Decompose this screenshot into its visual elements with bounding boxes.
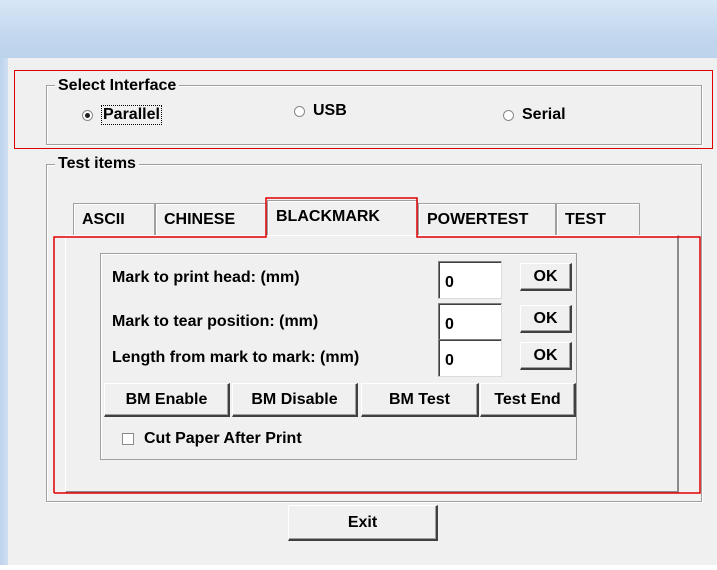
length-mark-to-mark-ok-button[interactable]: OK <box>520 342 572 370</box>
exit-button[interactable]: Exit <box>288 505 438 541</box>
tab-test-label[interactable]: TEST <box>565 211 606 228</box>
select-interface-legend: Select Interface <box>55 77 180 95</box>
mark-to-tear-position-input[interactable] <box>438 303 502 341</box>
bm-disable-button[interactable]: BM Disable <box>232 383 358 417</box>
mark-to-print-head-ok-button[interactable]: OK <box>520 263 572 291</box>
tab-ascii-label[interactable]: ASCII <box>82 211 125 228</box>
exit-label[interactable]: Exit <box>348 514 377 532</box>
window-titlebar <box>0 0 717 58</box>
test-items-legend: Test items <box>55 155 139 173</box>
radio-serial[interactable]: Serial <box>503 106 566 124</box>
mark-to-print-head-input[interactable] <box>438 261 502 299</box>
radio-serial-label[interactable]: Serial <box>522 106 566 124</box>
tab-chinese[interactable]: CHINESE <box>155 203 267 235</box>
cut-paper-checkbox[interactable] <box>122 433 134 445</box>
tab-ascii[interactable]: ASCII <box>73 203 155 235</box>
ok-button-label[interactable]: OK <box>534 268 558 286</box>
radio-parallel-label[interactable]: Parallel <box>101 105 162 125</box>
test-end-button[interactable]: Test End <box>480 383 576 417</box>
bm-test-label[interactable]: BM Test <box>389 391 450 409</box>
cut-paper-checkbox-row[interactable]: Cut Paper After Print <box>122 430 302 448</box>
bm-enable-label[interactable]: BM Enable <box>126 391 208 409</box>
radio-usb-button[interactable] <box>294 105 305 117</box>
tab-chinese-label[interactable]: CHINESE <box>164 211 235 228</box>
tab-powertest-label[interactable]: POWERTEST <box>427 211 528 228</box>
radio-parallel-button[interactable] <box>82 109 93 121</box>
tab-blackmark[interactable]: BLACKMARK <box>267 200 418 236</box>
length-mark-to-mark-input[interactable] <box>438 339 502 377</box>
bm-enable-button[interactable]: BM Enable <box>104 383 230 417</box>
radio-usb[interactable]: USB <box>294 102 347 120</box>
bm-test-button[interactable]: BM Test <box>361 383 479 417</box>
dialog-client-area: Select Interface Parallel USB Serial Tes… <box>8 58 717 565</box>
mark-to-tear-position-label: Mark to tear position: (mm) <box>112 313 319 330</box>
test-end-label[interactable]: Test End <box>494 391 560 409</box>
bm-disable-label[interactable]: BM Disable <box>251 391 337 409</box>
radio-usb-label[interactable]: USB <box>313 102 347 120</box>
window-frame-left <box>0 58 8 565</box>
cut-paper-label[interactable]: Cut Paper After Print <box>144 430 302 448</box>
ok-button-label[interactable]: OK <box>534 310 558 328</box>
length-mark-to-mark-label: Length from mark to mark: (mm) <box>112 349 360 366</box>
mark-to-tear-position-ok-button[interactable]: OK <box>520 305 572 333</box>
mark-to-print-head-label: Mark to print head: (mm) <box>112 269 300 286</box>
tab-powertest[interactable]: POWERTEST <box>418 203 556 235</box>
tab-blackmark-label[interactable]: BLACKMARK <box>276 208 380 225</box>
radio-parallel[interactable]: Parallel <box>82 105 162 125</box>
ok-button-label[interactable]: OK <box>534 347 558 365</box>
radio-serial-button[interactable] <box>503 109 514 121</box>
tab-test[interactable]: TEST <box>556 203 640 235</box>
